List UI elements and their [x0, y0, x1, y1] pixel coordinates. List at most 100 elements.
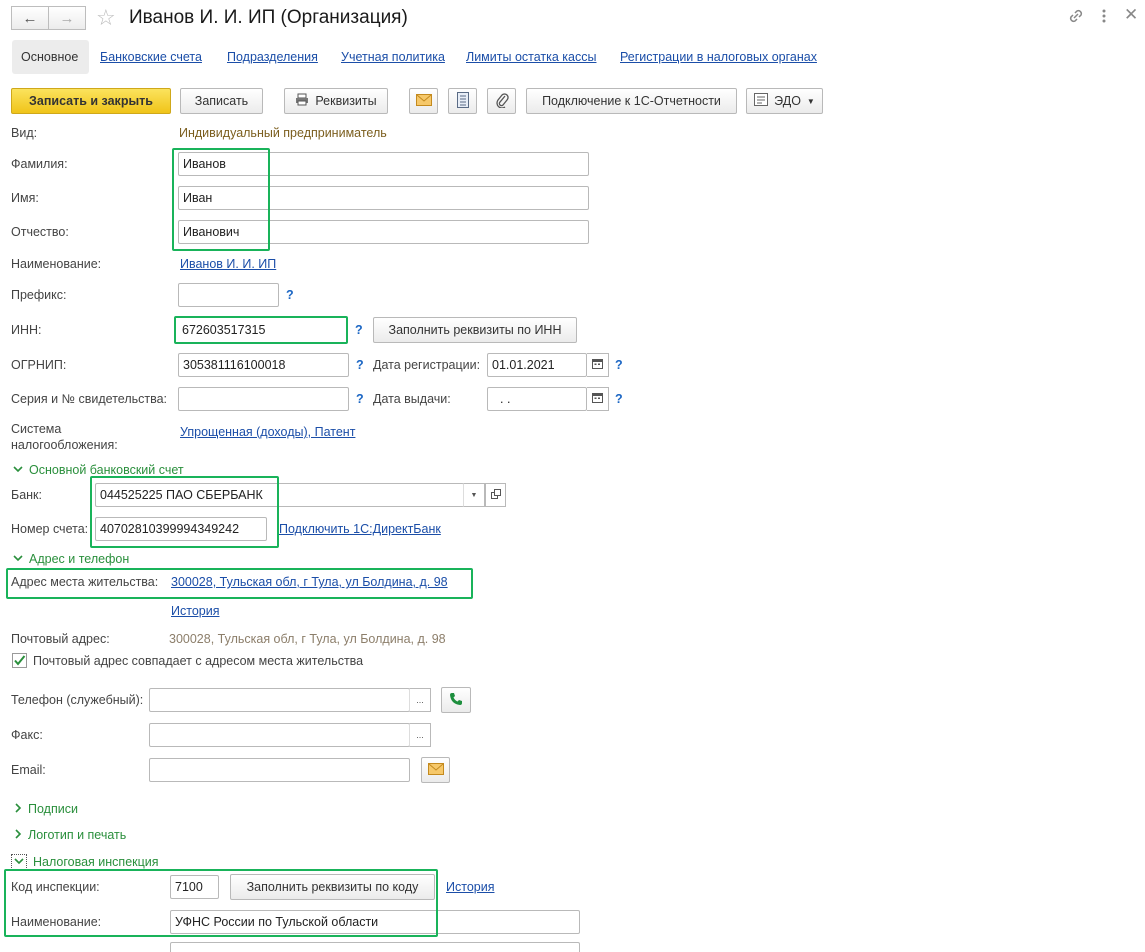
window-title: Иванов И. И. ИП (Организация) — [129, 7, 408, 28]
logo-section-title: Логотип и печать — [28, 828, 127, 842]
email-field[interactable] — [149, 758, 410, 782]
document-list-icon — [456, 91, 469, 111]
tab-bank-accounts[interactable]: Банковские счета — [100, 40, 202, 74]
requisites-button[interactable]: Реквизиты — [284, 88, 388, 114]
tax-section-header[interactable]: Налоговая инспекция — [11, 854, 159, 870]
residence-history-link[interactable]: История — [171, 604, 219, 618]
residence-address-link[interactable]: 300028, Тульская обл, г Тула, ул Болдина… — [171, 575, 448, 589]
close-icon[interactable]: ✕ — [1124, 5, 1138, 25]
save-button[interactable]: Записать — [180, 88, 263, 114]
star-icon[interactable]: ☆ — [96, 5, 116, 31]
patronymic-label: Отчество: — [11, 225, 69, 239]
bank-label: Банк: — [11, 488, 42, 502]
patronymic-field[interactable]: Иванович — [178, 220, 589, 244]
account-field[interactable]: 40702810399994349242 — [95, 517, 267, 541]
calendar-button[interactable] — [587, 353, 609, 377]
residence-label: Адрес места жительства: — [11, 575, 159, 589]
ogrnip-label: ОГРНИП: — [11, 358, 67, 372]
name-link[interactable]: Иванов И. И. ИП — [180, 257, 276, 271]
signatures-section-header[interactable]: Подписи — [15, 802, 78, 816]
fill-by-inn-button[interactable]: Заполнить реквизиты по ИНН — [373, 317, 577, 343]
tab-tax-registrations[interactable]: Регистрации в налоговых органах — [620, 40, 817, 74]
email-label: Email: — [11, 763, 46, 777]
tax-system-label-line2: налогообложения: — [11, 438, 118, 452]
calendar-icon — [592, 358, 603, 372]
chevron-down-icon — [11, 854, 27, 870]
bank-dropdown-button[interactable]: ▼ — [463, 483, 485, 507]
tab-accounting-policy[interactable]: Учетная политика — [341, 40, 445, 74]
arrow-right-icon: → — [59, 9, 75, 27]
ogrnip-field[interactable]: 305381116100018 — [178, 353, 349, 377]
directbank-link[interactable]: Подключить 1С:ДиректБанк — [279, 522, 441, 536]
prefix-help-icon[interactable]: ? — [286, 288, 294, 302]
checkmark-icon — [13, 655, 26, 670]
attach-button[interactable] — [487, 88, 516, 114]
prefix-label: Префикс: — [11, 288, 67, 302]
tab-main[interactable]: Основное — [12, 40, 89, 74]
envelope-icon — [427, 762, 444, 778]
link-icon[interactable] — [1067, 6, 1085, 26]
bank-section-title: Основной банковский счет — [29, 463, 184, 477]
reg-date-help-icon[interactable]: ? — [615, 358, 623, 372]
inn-field[interactable]: 672603517315 — [178, 318, 346, 342]
cert-field[interactable] — [178, 387, 349, 411]
cert-help-icon[interactable]: ? — [356, 392, 364, 406]
more-vertical-icon[interactable] — [1101, 7, 1107, 25]
chevron-right-icon — [15, 828, 22, 842]
lastname-label: Фамилия: — [11, 157, 68, 171]
bank-section-header[interactable]: Основной банковский счет — [13, 463, 184, 477]
next-field-partial — [170, 942, 580, 952]
address-section-title: Адрес и телефон — [29, 552, 130, 566]
tax-name-field[interactable]: УФНС России по Тульской области — [170, 910, 580, 934]
fax-select-button[interactable]: ... — [409, 723, 431, 747]
tax-section-title: Налоговая инспекция — [33, 855, 159, 869]
edo-dropdown-button[interactable]: ЭДО ▼ — [746, 88, 823, 114]
phone-select-button[interactable]: ... — [409, 688, 431, 712]
phone-field[interactable] — [149, 688, 410, 712]
logo-section-header[interactable]: Логотип и печать — [15, 828, 126, 842]
issue-calendar-button[interactable] — [587, 387, 609, 411]
forward-button[interactable]: → — [48, 6, 86, 30]
back-button[interactable]: ← — [11, 6, 49, 30]
email-button[interactable] — [409, 88, 438, 114]
phone-label: Телефон (служебный): — [11, 693, 144, 707]
tab-cash-limits[interactable]: Лимиты остатка кассы — [466, 40, 596, 74]
lastname-field[interactable]: Иванов — [178, 152, 589, 176]
address-section-header[interactable]: Адрес и телефон — [13, 552, 129, 566]
account-label: Номер счета: — [11, 522, 89, 536]
printer-icon — [295, 93, 309, 109]
requisites-label: Реквизиты — [315, 94, 377, 108]
postal-label: Почтовый адрес: — [11, 632, 110, 646]
tax-code-field[interactable]: 7100 — [170, 875, 219, 899]
fill-by-inn-label: Заполнить реквизиты по ИНН — [388, 323, 562, 337]
connect-reporting-button[interactable]: Подключение к 1С-Отчетности — [526, 88, 737, 114]
bank-open-button[interactable] — [485, 483, 506, 507]
report-button[interactable] — [448, 88, 477, 114]
tab-departments[interactable]: Подразделения — [227, 40, 318, 74]
call-button[interactable] — [441, 687, 471, 713]
firstname-field[interactable]: Иван — [178, 186, 589, 210]
phone-icon — [449, 692, 463, 709]
fax-label: Факс: — [11, 728, 43, 742]
save-and-close-button[interactable]: Записать и закрыть — [11, 88, 171, 114]
ogrnip-help-icon[interactable]: ? — [356, 358, 364, 372]
bank-field[interactable]: 044525225 ПАО СБЕРБАНК — [95, 483, 464, 507]
tax-system-link[interactable]: Упрощенная (доходы), Патент — [180, 425, 355, 439]
tax-system-label-line1: Система — [11, 422, 62, 436]
postal-same-checkbox[interactable] — [12, 653, 27, 668]
fill-by-code-button[interactable]: Заполнить реквизиты по коду — [230, 874, 435, 900]
vid-value: Индивидуальный предприниматель — [179, 126, 387, 140]
envelope-icon — [415, 93, 432, 109]
send-email-button[interactable] — [421, 757, 450, 783]
chevron-down-icon — [13, 464, 23, 476]
tax-history-link[interactable]: История — [446, 880, 494, 894]
issue-date-help-icon[interactable]: ? — [615, 392, 623, 406]
firstname-label: Имя: — [11, 191, 39, 205]
issue-date-field[interactable]: . . — [487, 387, 587, 411]
fax-field[interactable] — [149, 723, 410, 747]
chevron-right-icon — [15, 802, 22, 816]
inn-help-icon[interactable]: ? — [355, 323, 363, 337]
reg-date-field[interactable]: 01.01.2021 — [487, 353, 587, 377]
prefix-field[interactable] — [178, 283, 279, 307]
name-label: Наименование: — [11, 257, 102, 271]
